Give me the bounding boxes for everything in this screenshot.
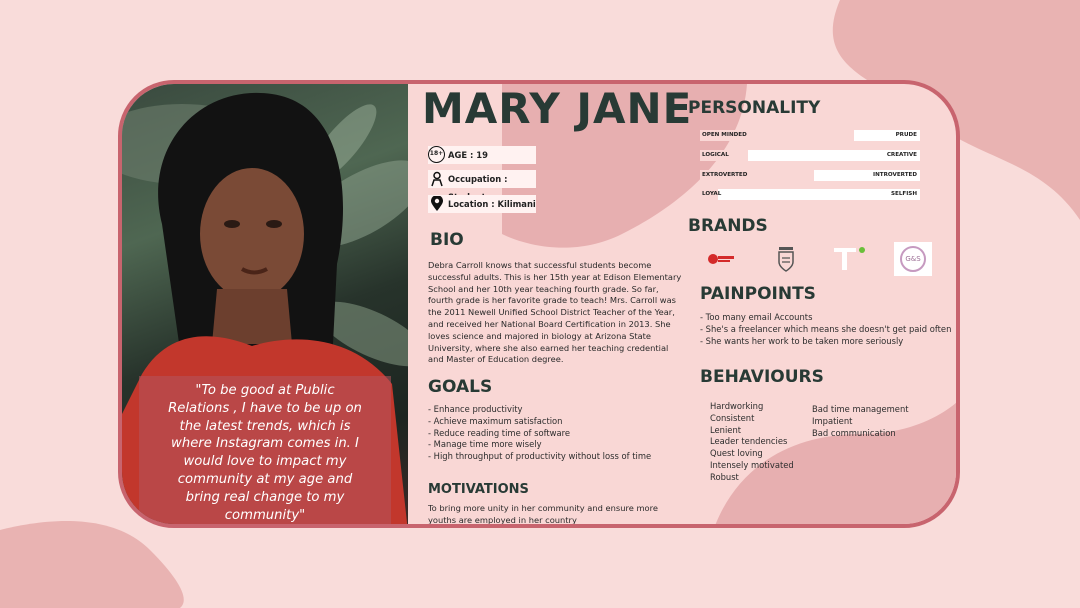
person-icon [431, 171, 443, 187]
bio-text: Debra Carroll knows that successful stud… [428, 260, 682, 365]
personality-left-label: EXTROVERTED [702, 172, 748, 178]
painpoints-heading: PAINPOINTS [700, 284, 816, 304]
motivations-heading: MOTIVATIONS [428, 482, 529, 497]
red-brand-logo [704, 242, 740, 276]
list-item: Bad time management [812, 404, 909, 414]
goals-list: - Enhance productivity - Achieve maximum… [428, 404, 688, 463]
persona-name: MARY JANE [422, 84, 693, 133]
personality-slider: OPEN MINDED PRUDE [700, 130, 920, 141]
list-item: - High throughput of productivity withou… [428, 451, 652, 462]
occupation-field: Occupation : Student [428, 170, 536, 202]
list-item: Lenient [710, 424, 742, 435]
personality-slider: EXTROVERTED INTROVERTED [700, 170, 920, 181]
list-item: - Enhance productivity [428, 404, 523, 414]
location-pin-icon [431, 196, 443, 211]
goals-heading: GOALS [428, 377, 493, 397]
list-item: Intensely motivated [710, 459, 794, 470]
personality-slider: LOYAL SELFISH [700, 189, 920, 200]
g-and-s-brand-text: G&S [905, 255, 921, 263]
list-item: Robust [710, 471, 739, 482]
brands-heading: BRANDS [688, 216, 768, 236]
painpoints-list: - Too many email Accounts - She's a free… [700, 312, 956, 347]
behaviours-heading: BEHAVIOURS [700, 367, 824, 387]
personality-right-label: INTROVERTED [873, 172, 917, 178]
persona-quote: "To be good at Public Relations , I have… [168, 383, 362, 523]
age-label: AGE : 19 [448, 150, 488, 160]
behaviours-list-2: Bad time management Impatient Bad commun… [812, 404, 909, 439]
personality-right-label: PRUDE [895, 132, 917, 138]
t-brand-logo [828, 242, 868, 276]
bio-heading: BIO [430, 230, 464, 250]
behaviours-list-1: Hardworking Consistent Lenient Leader te… [710, 401, 794, 484]
persona-photo: "To be good at Public Relations , I have… [122, 84, 408, 524]
list-item: Consistent [710, 412, 755, 423]
personality-left-label: OPEN MINDED [702, 132, 747, 138]
personality-right-label: SELFISH [890, 191, 917, 197]
age-18-plus-icon: 18+ [428, 146, 445, 163]
list-item: - She's a freelancer which means she doe… [700, 323, 952, 334]
list-item: Hardworking [710, 401, 764, 411]
g-and-s-brand-logo: G&S [894, 242, 932, 276]
personality-slider: LOGICAL CREATIVE [700, 150, 920, 161]
location-label: Location : Kilimani [448, 199, 536, 209]
shield-brand-logo [773, 242, 799, 276]
age-field: 18+ AGE : 19 [428, 146, 536, 164]
personality-right-label: CREATIVE [886, 152, 917, 158]
personality-left-label: LOGICAL [702, 152, 729, 158]
location-field: Location : Kilimani [428, 195, 536, 213]
list-item: - Too many email Accounts [700, 312, 813, 322]
list-item: - Achieve maximum satisfaction [428, 415, 563, 426]
persona-card: "To be good at Public Relations , I have… [118, 80, 960, 528]
personality-left-label: LOYAL [702, 191, 722, 197]
list-item: - Reduce reading time of software [428, 427, 571, 438]
list-item: Quest loving [710, 448, 763, 459]
personality-heading: PERSONALITY [688, 98, 821, 118]
motivations-text: To bring more unity in her community and… [428, 503, 658, 525]
list-item: - She wants her work to be taken more se… [700, 335, 904, 346]
list-item: Bad communication [812, 427, 896, 438]
list-item: - Manage time more wisely [428, 439, 542, 450]
list-item: Leader tendencies [710, 436, 788, 447]
list-item: Impatient [812, 415, 853, 426]
